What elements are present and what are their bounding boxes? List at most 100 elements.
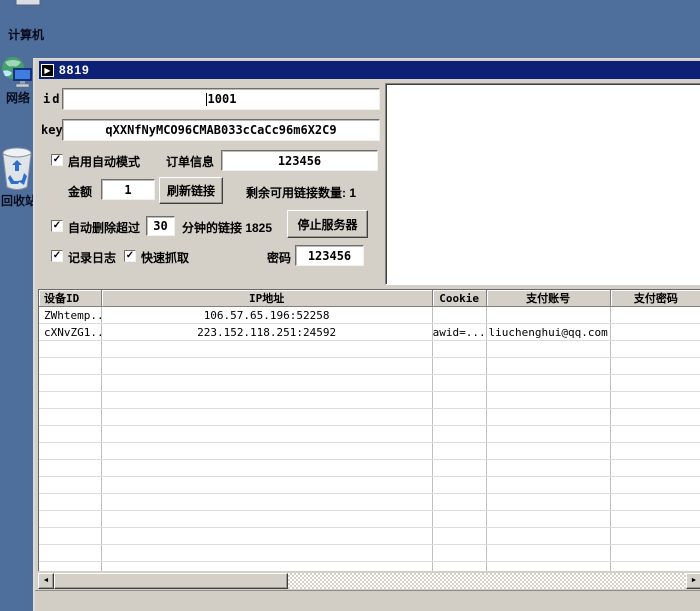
cell-cookie: awid=... <box>433 324 487 340</box>
cell-ip <box>102 494 433 510</box>
fast-grab-checkbox[interactable]: ✓ <box>124 250 136 262</box>
network-icon-label[interactable]: 网络 <box>0 89 36 106</box>
window-title: 8819 <box>59 63 90 77</box>
table-row-empty <box>39 375 700 392</box>
order-info-input[interactable]: 123456 <box>221 150 378 171</box>
column-header-ip[interactable]: IP地址 <box>102 290 433 307</box>
cell-device <box>39 443 102 459</box>
network-icon[interactable] <box>0 56 34 90</box>
scrollbar-thumb[interactable] <box>54 573 288 589</box>
table-row[interactable]: cXNvZG1...223.152.118.251:24592awid=...l… <box>39 324 700 341</box>
cell-account <box>487 392 611 408</box>
cell-ip <box>102 545 433 561</box>
password-input[interactable]: 123456 <box>295 245 364 266</box>
stop-server-button[interactable]: 停止服务器 <box>287 210 368 238</box>
table-row-empty <box>39 562 700 571</box>
table-row-empty <box>39 426 700 443</box>
cell-ip <box>102 409 433 425</box>
cell-cookie <box>433 477 487 493</box>
log-checkbox[interactable]: ✓ <box>51 250 63 262</box>
horizontal-scrollbar[interactable]: ◄ ► <box>38 573 700 589</box>
log-label: 记录日志 <box>68 249 116 266</box>
cell-extra <box>611 528 700 544</box>
recycle-bin-icon[interactable] <box>0 145 34 191</box>
minutes-input[interactable]: 30 <box>146 216 175 236</box>
cell-account <box>487 375 611 391</box>
cell-ip <box>102 358 433 374</box>
check-icon: ✓ <box>53 250 61 261</box>
cell-extra <box>611 392 700 408</box>
cell-ip <box>102 562 433 571</box>
column-header-cookie[interactable]: Cookie <box>433 290 487 307</box>
cell-ip <box>102 477 433 493</box>
cell-device <box>39 341 102 357</box>
cell-extra <box>611 477 700 493</box>
check-icon: ✓ <box>126 250 134 261</box>
key-value: qXXNfNyMCO96CMAB033cCaCc96m6X2C9 <box>105 123 336 137</box>
cell-extra <box>611 341 700 357</box>
cell-extra <box>611 426 700 442</box>
refresh-links-button[interactable]: 刷新链接 <box>159 177 223 204</box>
cell-cookie <box>433 307 487 323</box>
cell-extra <box>611 324 700 340</box>
cell-device <box>39 426 102 442</box>
amount-input[interactable]: 1 <box>101 179 155 200</box>
cell-cookie <box>433 409 487 425</box>
cell-account <box>487 358 611 374</box>
key-label: key <box>41 123 63 137</box>
cell-account <box>487 477 611 493</box>
cell-ip: 106.57.65.196:52258 <box>102 307 433 323</box>
cell-cookie <box>433 511 487 527</box>
cell-cookie <box>433 375 487 391</box>
cell-device <box>39 494 102 510</box>
cell-account <box>487 341 611 357</box>
table-row-empty <box>39 460 700 477</box>
cell-extra <box>611 511 700 527</box>
key-input[interactable]: qXXNfNyMCO96CMAB033cCaCc96m6X2C9 <box>62 119 380 141</box>
cell-device <box>39 375 102 391</box>
table-row-empty <box>39 341 700 358</box>
auto-mode-checkbox[interactable]: ✓ <box>51 154 63 166</box>
id-input[interactable]: 1001 <box>62 88 380 110</box>
cell-account: liuchenghui@qq.com <box>487 324 611 340</box>
computer-icon-label[interactable]: 计算机 <box>2 26 50 43</box>
cell-cookie <box>433 528 487 544</box>
cell-extra <box>611 307 700 323</box>
cell-extra <box>611 562 700 571</box>
cell-ip: 223.152.118.251:24592 <box>102 324 433 340</box>
cell-extra <box>611 375 700 391</box>
table-row-empty <box>39 409 700 426</box>
cell-extra <box>611 358 700 374</box>
cell-account <box>487 426 611 442</box>
cell-ip <box>102 460 433 476</box>
cell-account <box>487 545 611 561</box>
auto-delete-label: 自动删除超过 <box>68 219 140 236</box>
table-row-empty <box>39 392 700 409</box>
window-titlebar[interactable]: ▶ 8819 <box>39 61 700 79</box>
auto-delete-checkbox[interactable]: ✓ <box>51 220 63 232</box>
cell-extra <box>611 460 700 476</box>
table-row[interactable]: ZWhtemp...106.57.65.196:52258 <box>39 307 700 324</box>
table-row-empty <box>39 494 700 511</box>
cell-ip <box>102 511 433 527</box>
cell-ip <box>102 443 433 459</box>
cell-account <box>487 409 611 425</box>
column-header-pay-account[interactable]: 支付账号 <box>487 290 611 307</box>
computer-icon[interactable] <box>10 0 46 9</box>
remaining-links-label: 剩余可用链接数量: 1 <box>246 184 356 201</box>
cell-ip <box>102 375 433 391</box>
auto-mode-label: 启用自动模式 <box>68 153 140 170</box>
text-caret <box>206 93 207 106</box>
cell-account <box>487 528 611 544</box>
cell-cookie <box>433 562 487 571</box>
cell-device <box>39 358 102 374</box>
check-icon: ✓ <box>53 154 61 165</box>
table-body: ZWhtemp...106.57.65.196:52258cXNvZG1...2… <box>39 307 700 571</box>
column-header-device-id[interactable]: 设备ID <box>39 290 102 307</box>
cell-device <box>39 528 102 544</box>
scroll-left-button[interactable]: ◄ <box>38 573 54 589</box>
column-header-pay-password[interactable]: 支付密码 <box>611 290 700 307</box>
minutes-value: 30 <box>153 219 167 233</box>
cell-device <box>39 409 102 425</box>
scroll-right-button[interactable]: ► <box>686 573 700 589</box>
